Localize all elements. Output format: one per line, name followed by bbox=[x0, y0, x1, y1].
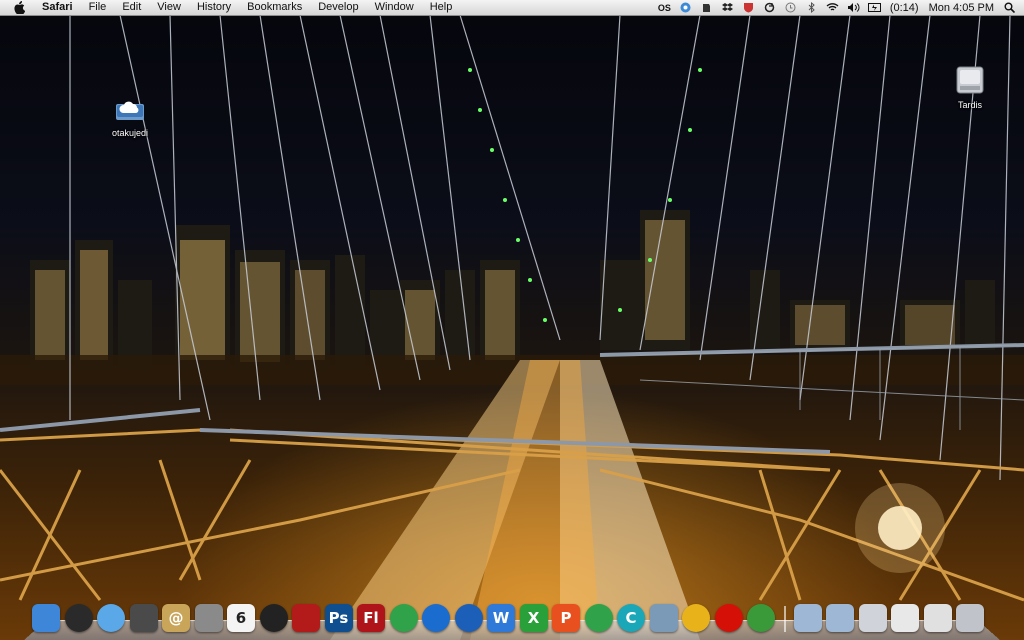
desktop-icon-tardis[interactable]: Tardis bbox=[935, 64, 1005, 110]
dock-adium-icon[interactable] bbox=[682, 604, 710, 632]
dock-icon-glyph: 6 bbox=[235, 609, 247, 627]
dock-chrome-icon[interactable] bbox=[747, 604, 775, 632]
dock-recent-stack-icon[interactable] bbox=[923, 604, 952, 632]
dock-dashboard-icon[interactable] bbox=[64, 604, 93, 632]
spotlight-search-icon[interactable] bbox=[1003, 1, 1016, 14]
menu-help[interactable]: Help bbox=[422, 0, 461, 15]
dock-icon-glyph: C bbox=[625, 609, 637, 627]
dropbox-icon[interactable] bbox=[721, 1, 734, 14]
dock-imovie-icon[interactable] bbox=[129, 604, 158, 632]
dock-system-preferences-icon[interactable] bbox=[194, 604, 223, 632]
dock-photoshop-icon[interactable]: Ps bbox=[324, 604, 353, 632]
time-machine-icon[interactable] bbox=[784, 1, 797, 14]
menu-bar: Safari File Edit View History Bookmarks … bbox=[0, 0, 1024, 16]
dock-excel-icon[interactable]: X bbox=[519, 604, 548, 632]
dock-ichat-icon[interactable] bbox=[97, 604, 125, 632]
clock[interactable]: Mon 4:05 PM bbox=[929, 2, 994, 14]
dock-photo-booth-icon[interactable] bbox=[292, 604, 320, 632]
apple-logo-icon[interactable] bbox=[12, 1, 26, 15]
dock-ical-icon[interactable]: 6 bbox=[227, 604, 255, 632]
dock-messenger-icon[interactable] bbox=[389, 604, 418, 632]
dock-powerpoint-icon[interactable]: P bbox=[552, 604, 580, 632]
dock-trash-icon[interactable] bbox=[956, 604, 984, 632]
dock-safari-icon[interactable] bbox=[422, 604, 450, 632]
bluetooth-icon[interactable] bbox=[805, 1, 818, 14]
dock-flash-icon[interactable]: Fl bbox=[357, 604, 385, 632]
dock-cyberduck-icon[interactable]: C bbox=[617, 604, 645, 632]
wifi-icon[interactable] bbox=[826, 1, 839, 14]
dock-word-icon[interactable]: W bbox=[487, 604, 515, 632]
dock-messenger-2-icon[interactable] bbox=[584, 604, 613, 632]
battery-time[interactable]: (0:14) bbox=[890, 2, 919, 14]
dock-finder-icon[interactable] bbox=[32, 604, 60, 632]
dock-screenshot-stack-icon[interactable] bbox=[891, 604, 919, 632]
dock-address-book-icon[interactable]: @ bbox=[162, 604, 190, 632]
dock-icon-glyph: W bbox=[492, 609, 510, 627]
menu-app-name[interactable]: Safari bbox=[34, 0, 81, 15]
desktop-icon-otakujedi[interactable]: otakujedi bbox=[95, 92, 165, 138]
menu-bookmarks[interactable]: Bookmarks bbox=[239, 0, 310, 15]
dock-icon-glyph: Ps bbox=[328, 609, 349, 627]
sync-icon[interactable] bbox=[763, 1, 776, 14]
dock-downloads-stack-icon[interactable] bbox=[858, 604, 887, 632]
dock-itunes-icon[interactable] bbox=[454, 604, 483, 632]
desktop-icon-label: otakujedi bbox=[111, 128, 149, 138]
menu-develop[interactable]: Develop bbox=[310, 0, 366, 15]
dock-icon-glyph: X bbox=[527, 609, 540, 627]
dock-applications-folder-icon[interactable] bbox=[793, 604, 822, 632]
desktop-icon-label: Tardis bbox=[957, 100, 982, 110]
dock: @6 Ps Fl W X P C bbox=[24, 604, 1000, 640]
menu-file[interactable]: File bbox=[81, 0, 115, 15]
menu-view[interactable]: View bbox=[149, 0, 189, 15]
shield-icon[interactable] bbox=[742, 1, 755, 14]
dock-documents-folder-icon[interactable] bbox=[826, 604, 854, 632]
menu-window[interactable]: Window bbox=[367, 0, 422, 15]
menu-edit[interactable]: Edit bbox=[114, 0, 149, 15]
dock-icon-glyph: Fl bbox=[363, 609, 379, 627]
os-status-item[interactable]: OS bbox=[658, 1, 671, 14]
dock-preview-icon[interactable] bbox=[649, 604, 678, 632]
icloud-drive-icon bbox=[114, 92, 146, 124]
dock-aperture-icon[interactable] bbox=[259, 604, 288, 632]
dock-items: @6 Ps Fl W X P C bbox=[32, 604, 989, 632]
menu-history[interactable]: History bbox=[189, 0, 239, 15]
cloud-status-icon[interactable] bbox=[679, 1, 692, 14]
dock-icon-glyph: @ bbox=[168, 609, 184, 627]
status-menus: OS (0:14) Mon 4:05 PM bbox=[654, 0, 1024, 15]
dock-separator bbox=[783, 606, 786, 632]
hard-drive-icon bbox=[954, 64, 986, 96]
battery-icon[interactable] bbox=[867, 1, 881, 14]
dock-lastfm-icon[interactable] bbox=[714, 604, 743, 632]
volume-icon[interactable] bbox=[847, 1, 860, 14]
evernote-icon[interactable] bbox=[700, 1, 713, 14]
dock-icon-glyph: P bbox=[560, 609, 572, 627]
